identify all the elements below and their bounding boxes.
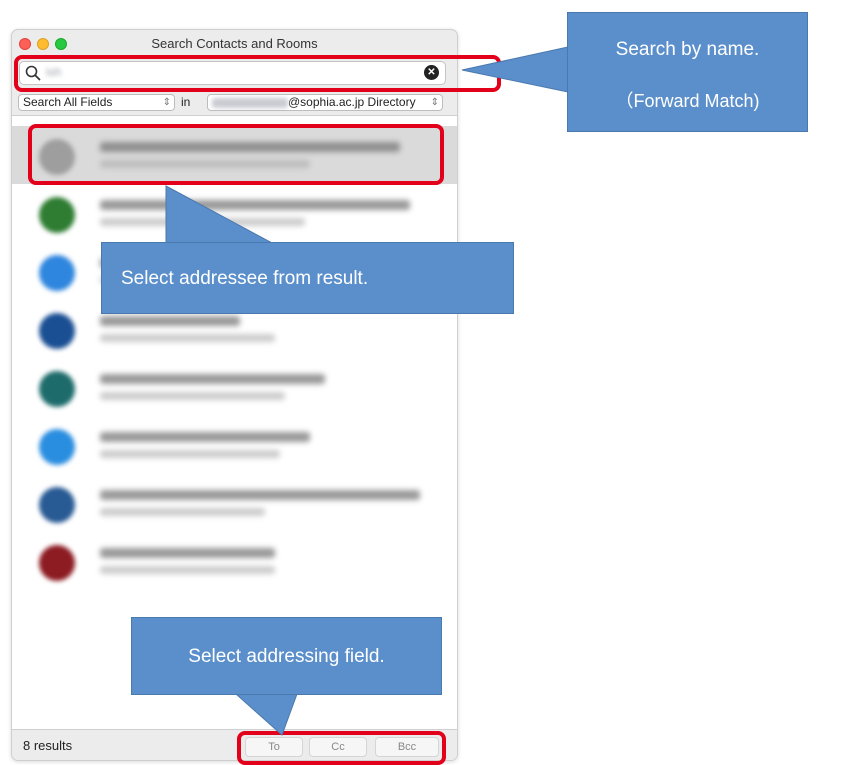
search-callout-line2: （Forward Match)	[615, 91, 760, 111]
search-field-select-value: Search All Fields	[23, 95, 113, 109]
contact-avatar	[39, 545, 75, 581]
contact-email-blurred	[100, 450, 280, 458]
contact-email-blurred	[100, 334, 275, 342]
contact-email-blurred	[100, 566, 275, 574]
contact-name-blurred	[100, 490, 420, 500]
contact-result-row[interactable]	[12, 416, 457, 474]
search-callout: Search by name. （Forward Match)	[567, 12, 808, 132]
contact-avatar	[39, 487, 75, 523]
search-highlight-frame	[14, 55, 501, 92]
contact-result-row[interactable]	[12, 474, 457, 532]
in-label: in	[181, 95, 191, 109]
contact-result-row[interactable]	[12, 184, 457, 242]
contact-name-blurred	[100, 548, 275, 558]
contact-name-blurred	[100, 316, 240, 326]
contact-avatar	[39, 197, 75, 233]
window-title: Search Contacts and Rooms	[151, 36, 318, 51]
contact-avatar	[39, 429, 75, 465]
contact-result-row[interactable]	[12, 532, 457, 590]
search-callout-line1: Search by name.	[615, 39, 760, 60]
updown-arrows-icon: ⇕	[162, 97, 171, 108]
directory-select[interactable]: @sophia.ac.jp Directory ⇕	[207, 94, 443, 111]
contact-avatar	[39, 255, 75, 291]
result-highlight-frame	[28, 124, 444, 185]
result-count: 8 results	[23, 738, 73, 753]
contact-email-blurred	[100, 218, 305, 226]
contact-name-blurred	[100, 432, 310, 442]
blurred-account-name	[212, 97, 288, 108]
search-field-select[interactable]: Search All Fields ⇕	[18, 94, 175, 111]
contact-email-blurred	[100, 392, 285, 400]
title-bar: Search Contacts and Rooms	[12, 30, 457, 56]
contact-name-blurred	[100, 374, 325, 384]
updown-arrows-icon: ⇕	[430, 97, 439, 108]
field-callout: Select addressing field.	[131, 617, 442, 695]
contact-result-row[interactable]	[12, 358, 457, 416]
contact-name-blurred	[100, 200, 410, 210]
address-buttons-highlight-frame	[237, 731, 446, 765]
contact-avatar	[39, 313, 75, 349]
result-callout: Select addressee from result.	[101, 242, 514, 314]
contact-avatar	[39, 371, 75, 407]
contact-email-blurred	[100, 508, 265, 516]
directory-select-value: @sophia.ac.jp Directory	[288, 95, 416, 109]
search-filter-row: Search All Fields ⇕ in @sophia.ac.jp Dir…	[18, 94, 450, 111]
